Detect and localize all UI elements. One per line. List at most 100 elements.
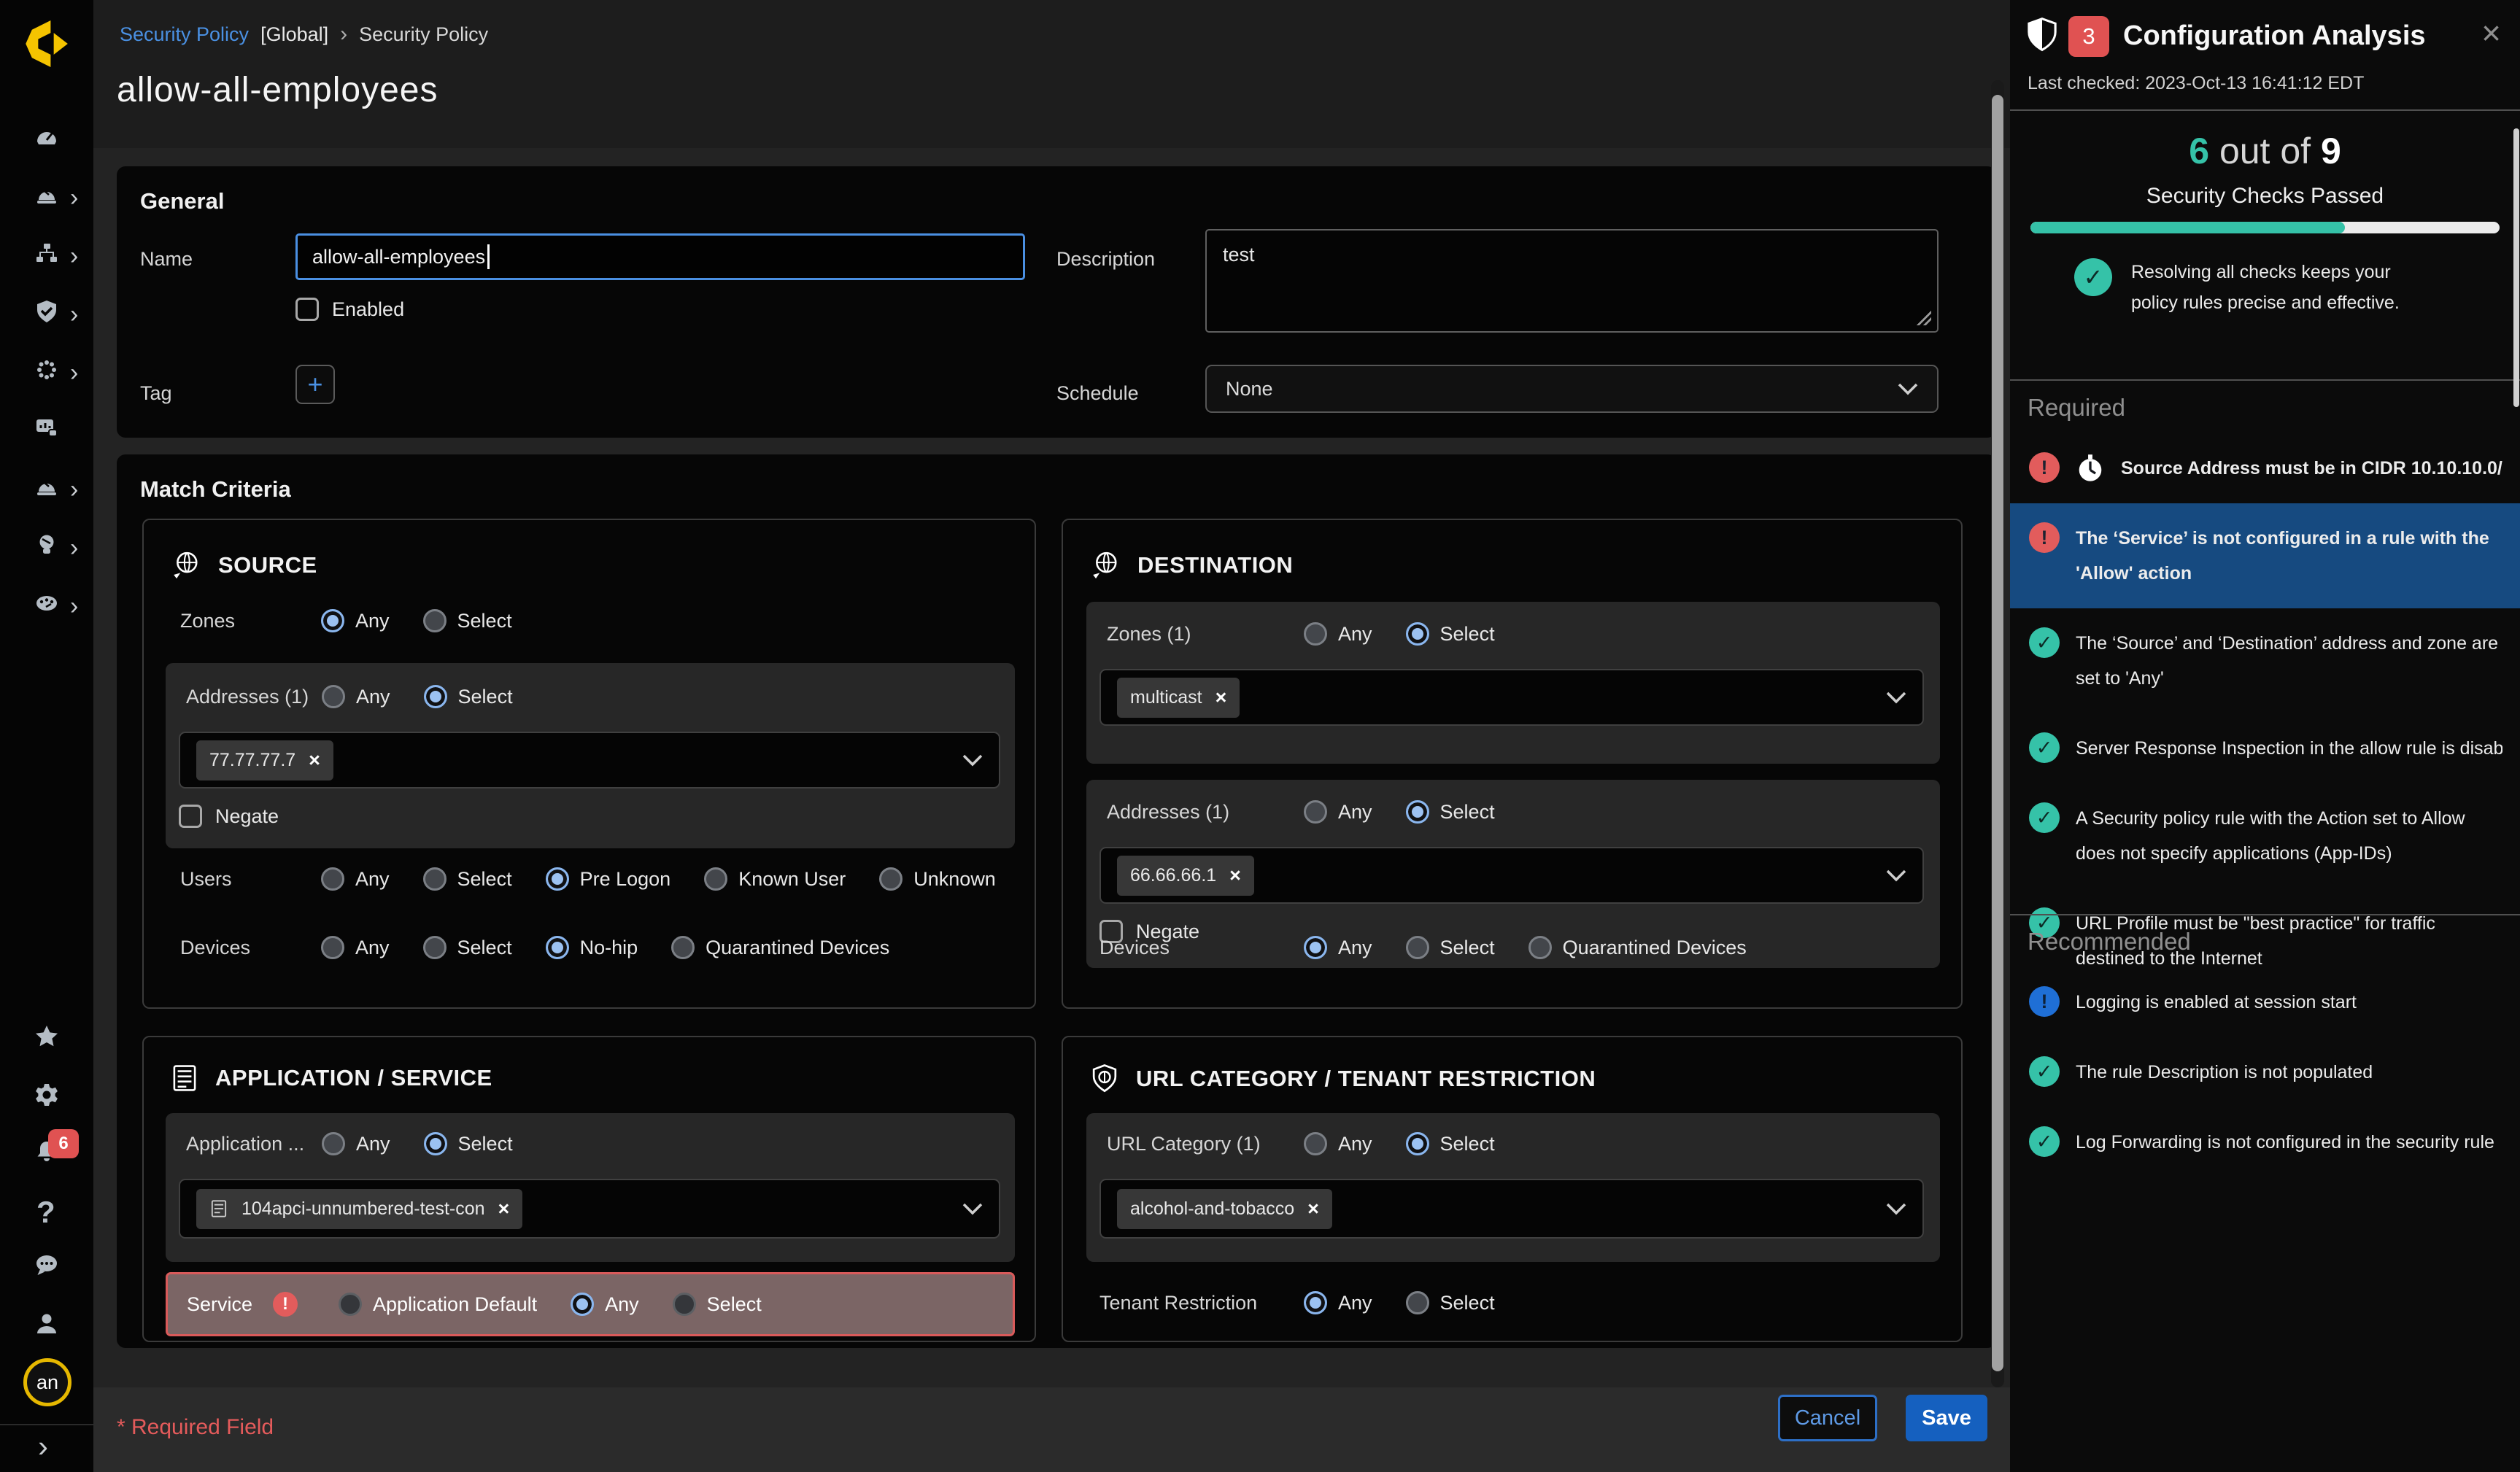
radio-icon[interactable] bbox=[1406, 936, 1429, 959]
radio-icon[interactable] bbox=[704, 867, 727, 891]
radio-icon[interactable] bbox=[423, 609, 447, 632]
radio-devices-nohip[interactable]: No-hip bbox=[546, 936, 638, 959]
radio-application-any[interactable]: Any bbox=[322, 1132, 390, 1155]
network-icon[interactable] bbox=[34, 241, 59, 266]
schedule-select[interactable]: None bbox=[1205, 365, 1939, 413]
check-item[interactable]: ✓ The rule Description is not populated bbox=[2010, 1037, 2520, 1107]
radio-addresses-select[interactable]: Select bbox=[424, 685, 513, 708]
cancel-button[interactable]: Cancel bbox=[1778, 1395, 1877, 1441]
zone-chip[interactable]: multicast × bbox=[1117, 678, 1240, 718]
radio-addresses-select[interactable]: Select bbox=[1406, 800, 1495, 824]
incidents-icon[interactable] bbox=[34, 182, 59, 207]
security-shield-icon[interactable] bbox=[34, 299, 59, 324]
radio-zones-select[interactable]: Select bbox=[423, 609, 512, 632]
radio-devices-quarantined[interactable]: Quarantined Devices bbox=[1528, 936, 1747, 959]
check-item[interactable]: ✓ The ‘Source’ and ‘Destination’ address… bbox=[2010, 608, 2520, 713]
radio-users-select[interactable]: Select bbox=[423, 867, 512, 891]
radio-devices-any[interactable]: Any bbox=[1304, 936, 1372, 959]
source-addresses-combobox[interactable]: 77.77.77.7 × bbox=[179, 732, 1000, 789]
panel-scrollbar-thumb[interactable] bbox=[2513, 128, 2519, 407]
radio-icon[interactable] bbox=[1406, 1132, 1429, 1155]
radio-icon[interactable] bbox=[1406, 1291, 1429, 1314]
chevron-right-icon[interactable]: › bbox=[70, 360, 78, 385]
radio-urlcat-any[interactable]: Any bbox=[1304, 1132, 1372, 1155]
radio-icon[interactable] bbox=[1406, 622, 1429, 646]
chevron-right-icon[interactable]: › bbox=[70, 244, 78, 268]
radio-icon[interactable] bbox=[1406, 800, 1429, 824]
avatar[interactable]: an bbox=[23, 1358, 71, 1406]
chip-remove-icon[interactable]: × bbox=[309, 749, 320, 772]
radio-icon[interactable] bbox=[423, 936, 447, 959]
radio-icon[interactable] bbox=[424, 1132, 447, 1155]
radio-icon[interactable] bbox=[423, 867, 447, 891]
negate-checkbox[interactable] bbox=[179, 805, 202, 828]
address-chip[interactable]: 66.66.66.1 × bbox=[1117, 856, 1254, 896]
chevron-down-icon[interactable] bbox=[1886, 692, 1906, 704]
breadcrumb-link[interactable]: Security Policy bbox=[120, 23, 249, 46]
chevron-right-icon[interactable]: › bbox=[70, 185, 78, 210]
name-input[interactable]: allow-all-employees bbox=[295, 233, 1025, 280]
radio-icon[interactable] bbox=[1304, 1132, 1327, 1155]
workflow-dots-icon[interactable] bbox=[34, 357, 59, 382]
radio-tenant-select[interactable]: Select bbox=[1406, 1291, 1495, 1314]
radio-icon[interactable] bbox=[321, 609, 344, 632]
radio-icon[interactable] bbox=[321, 867, 344, 891]
favorites-star-icon[interactable] bbox=[34, 1024, 59, 1049]
radio-service-appdefault[interactable]: Application Default bbox=[339, 1293, 537, 1316]
radio-icon[interactable] bbox=[322, 1132, 345, 1155]
radio-urlcat-select[interactable]: Select bbox=[1406, 1132, 1495, 1155]
radio-devices-any[interactable]: Any bbox=[321, 936, 390, 959]
chip-remove-icon[interactable]: × bbox=[1307, 1198, 1319, 1220]
radio-icon[interactable] bbox=[671, 936, 695, 959]
radio-service-any[interactable]: Any bbox=[571, 1293, 639, 1316]
check-item[interactable]: ! Source Address must be in CIDR 10.10.1… bbox=[2010, 433, 2520, 503]
radio-service-select[interactable]: Select bbox=[673, 1293, 762, 1316]
radio-icon[interactable] bbox=[879, 867, 903, 891]
radio-icon[interactable] bbox=[1304, 800, 1327, 824]
check-item-selected[interactable]: ! The ‘Service’ is not configured in a r… bbox=[2010, 503, 2520, 608]
radio-zones-select[interactable]: Select bbox=[1406, 622, 1495, 646]
radio-tenant-any[interactable]: Any bbox=[1304, 1291, 1372, 1314]
radio-devices-quarantined[interactable]: Quarantined Devices bbox=[671, 936, 889, 959]
user-icon[interactable] bbox=[34, 1312, 59, 1336]
radio-icon[interactable] bbox=[1304, 1291, 1327, 1314]
radio-zones-any[interactable]: Any bbox=[1304, 622, 1372, 646]
radio-icon[interactable] bbox=[1304, 622, 1327, 646]
dashboard-icon[interactable] bbox=[34, 124, 59, 149]
close-icon[interactable]: × bbox=[2481, 13, 2501, 53]
radio-devices-select[interactable]: Select bbox=[423, 936, 512, 959]
address-chip[interactable]: 77.77.77.7 × bbox=[196, 740, 333, 780]
radio-icon[interactable] bbox=[546, 936, 569, 959]
chip-remove-icon[interactable]: × bbox=[1215, 686, 1227, 709]
chevron-down-icon[interactable] bbox=[962, 754, 983, 767]
chevron-down-icon[interactable] bbox=[962, 1203, 983, 1215]
radio-icon[interactable] bbox=[1528, 936, 1552, 959]
settings-gear-icon[interactable] bbox=[34, 1082, 59, 1107]
app-logo-icon[interactable] bbox=[23, 20, 69, 67]
url-category-combobox[interactable]: alcohol-and-tobacco × bbox=[1099, 1179, 1924, 1239]
monitor-report-icon[interactable] bbox=[34, 416, 59, 441]
url-category-chip[interactable]: alcohol-and-tobacco × bbox=[1117, 1189, 1332, 1229]
radio-icon[interactable] bbox=[322, 685, 345, 708]
chevron-right-icon[interactable]: › bbox=[70, 535, 78, 560]
radio-icon[interactable] bbox=[321, 936, 344, 959]
radio-application-select[interactable]: Select bbox=[424, 1132, 513, 1155]
radio-icon[interactable] bbox=[673, 1293, 696, 1316]
enabled-checkbox[interactable] bbox=[295, 298, 319, 321]
check-item[interactable]: ✓ Log Forwarding is not configured in th… bbox=[2010, 1107, 2520, 1177]
chip-remove-icon[interactable]: × bbox=[498, 1198, 510, 1220]
destination-zones-combobox[interactable]: multicast × bbox=[1099, 669, 1924, 726]
chevron-right-icon[interactable]: › bbox=[70, 594, 78, 619]
radio-icon[interactable] bbox=[571, 1293, 594, 1316]
radio-icon[interactable] bbox=[339, 1293, 362, 1316]
alerts-icon[interactable] bbox=[34, 474, 59, 499]
application-combobox[interactable]: 104apci-unnumbered-test-con × bbox=[179, 1179, 1000, 1239]
sidebar-expand-icon[interactable]: › bbox=[38, 1434, 48, 1459]
radio-users-known[interactable]: Known User bbox=[704, 867, 846, 891]
radio-devices-select[interactable]: Select bbox=[1406, 936, 1495, 959]
add-tag-button[interactable]: + bbox=[295, 365, 335, 404]
chevron-right-icon[interactable]: › bbox=[70, 302, 78, 327]
destination-addresses-combobox[interactable]: 66.66.66.1 × bbox=[1099, 847, 1924, 904]
radio-icon[interactable] bbox=[424, 685, 447, 708]
radio-users-any[interactable]: Any bbox=[321, 867, 390, 891]
